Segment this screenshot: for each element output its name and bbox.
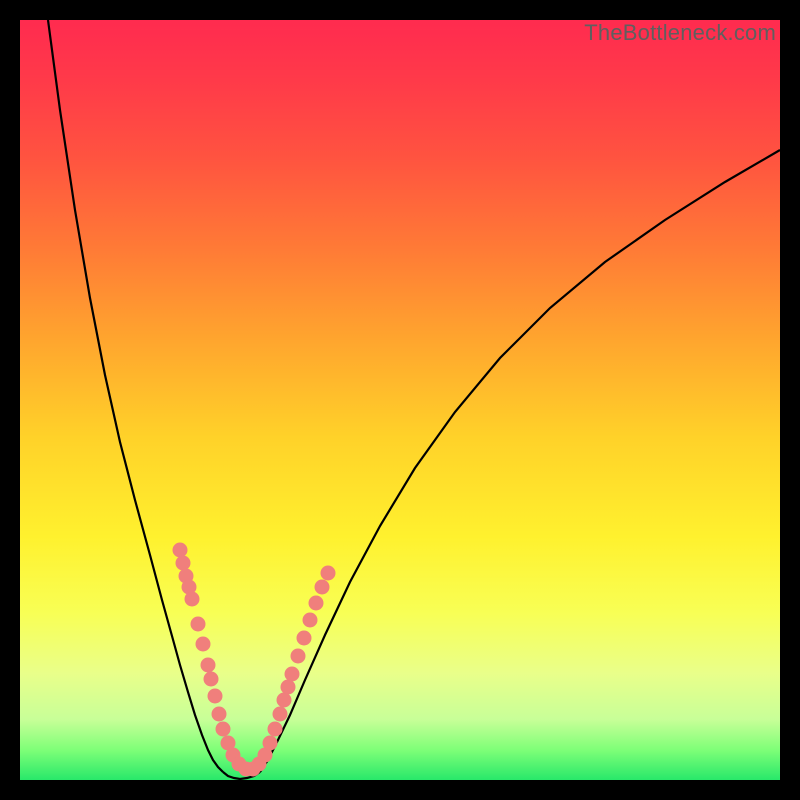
marker-dot <box>176 556 191 571</box>
marker-dot <box>291 649 306 664</box>
marker-dot <box>196 637 211 652</box>
curve-right-branch <box>260 150 780 772</box>
marker-dot <box>277 693 292 708</box>
marker-dot <box>273 707 288 722</box>
marker-dot <box>216 722 231 737</box>
marker-dot <box>303 613 318 628</box>
marker-dot <box>321 566 336 581</box>
marker-dot <box>315 580 330 595</box>
marker-dot <box>281 680 296 695</box>
marker-dot <box>309 596 324 611</box>
marker-dot <box>185 592 200 607</box>
marker-dot <box>297 631 312 646</box>
marker-dot <box>201 658 216 673</box>
marker-dot <box>268 722 283 737</box>
marker-dot <box>191 617 206 632</box>
marker-dot <box>285 667 300 682</box>
marker-dot <box>173 543 188 558</box>
chart-frame: TheBottleneck.com <box>20 20 780 780</box>
marker-dots-group <box>173 543 336 777</box>
marker-dot <box>263 736 278 751</box>
marker-dot <box>212 707 227 722</box>
watermark-text: TheBottleneck.com <box>584 20 776 46</box>
bottleneck-curve-svg <box>20 20 780 780</box>
curve-left-branch <box>48 20 223 772</box>
marker-dot <box>208 689 223 704</box>
marker-dot <box>204 672 219 687</box>
